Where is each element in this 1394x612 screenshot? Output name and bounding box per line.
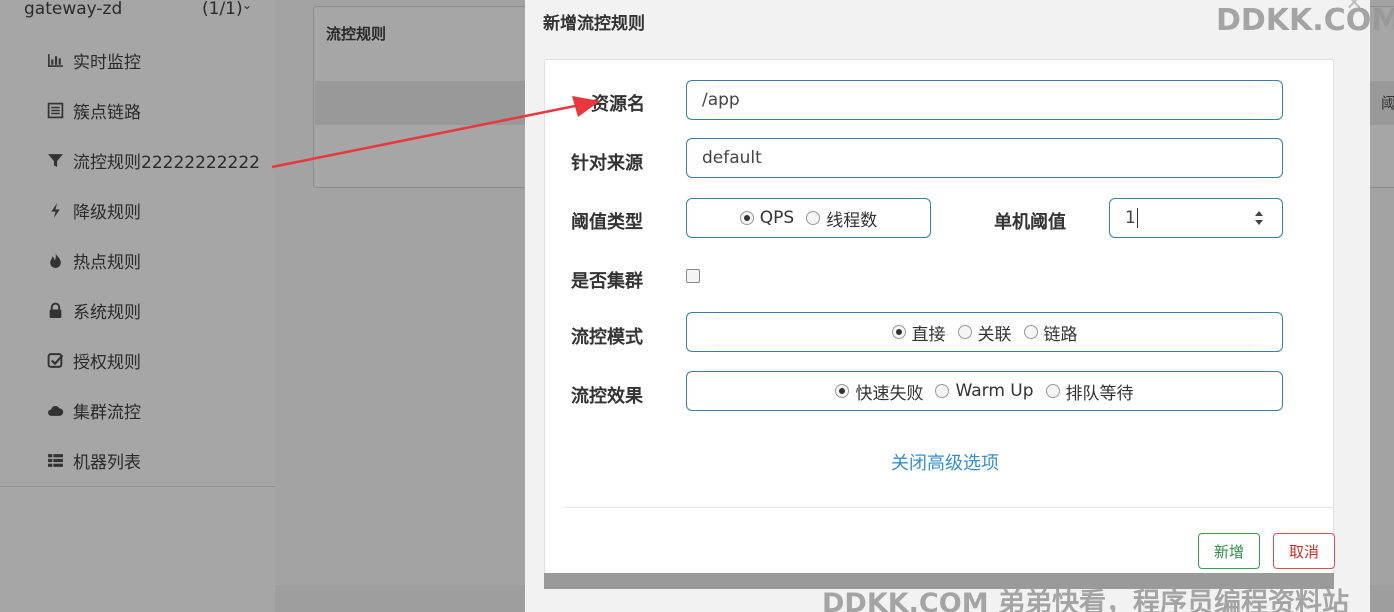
- app-header[interactable]: gateway-zd (1/1) ⌄: [0, 0, 275, 26]
- sidebar-item-label: 热点规则: [73, 252, 141, 273]
- behavior-label: 流控效果: [571, 386, 643, 407]
- limit-app-input[interactable]: default: [686, 138, 1283, 178]
- sidebar-item-hotspot-rules[interactable]: 热点规则: [0, 235, 275, 285]
- lock-icon: [46, 301, 64, 319]
- option-label: 直接: [911, 324, 946, 345]
- radio-selected-icon: [891, 325, 906, 339]
- option-label: QPS: [759, 208, 795, 228]
- option-label: 链路: [1043, 324, 1078, 345]
- option-label: Warm Up: [955, 381, 1034, 401]
- dialog-body: 资源名 /app 针对来源 default 阈值类型 QPS 线程数 单机阈值 …: [544, 59, 1335, 589]
- sidebar-item-flow-rules[interactable]: 流控规则22222222222: [0, 135, 275, 185]
- footer-divider: [563, 507, 1333, 508]
- limit-app-label: 针对来源: [571, 153, 643, 174]
- table-list-icon: [46, 451, 64, 469]
- strategy-option-direct[interactable]: 直接: [891, 320, 946, 345]
- table-header-fragment: 阈: [1381, 94, 1394, 112]
- strategy-option-chain[interactable]: 链路: [1023, 320, 1078, 345]
- radio-unselected-icon: [935, 384, 950, 398]
- behavior-option-warm-up[interactable]: Warm Up: [935, 381, 1034, 401]
- filter-icon: [46, 151, 64, 169]
- bar-chart-icon: [46, 51, 64, 69]
- cluster-label: 是否集群: [571, 271, 643, 292]
- toggle-advanced-link[interactable]: 关闭高级选项: [891, 449, 999, 475]
- option-label: 关联: [977, 324, 1012, 345]
- text-cursor: [1136, 208, 1138, 228]
- behavior-radio-group: 快速失败 Warm Up 排队等待: [686, 371, 1283, 411]
- sidebar-item-label: 集群流控: [73, 402, 141, 423]
- option-label: 线程数: [826, 210, 878, 231]
- sidebar: gateway-zd (1/1) ⌄ 实时监控 簇点链路 流控规则2222222…: [0, 0, 275, 612]
- grade-label: 阈值类型: [571, 212, 643, 233]
- behavior-option-queue[interactable]: 排队等待: [1045, 379, 1134, 404]
- spinner-icon[interactable]: [1254, 209, 1264, 227]
- grade-radio-group: QPS 线程数: [686, 198, 931, 238]
- chevron-down-icon: ⌄: [242, 0, 253, 12]
- sidebar-divider: [0, 486, 275, 487]
- sidebar-item-label: 实时监控: [73, 52, 141, 73]
- check-square-icon: [46, 351, 64, 369]
- threshold-label: 单机阈值: [994, 212, 1066, 233]
- sidebar-item-label: 降级规则: [73, 202, 141, 223]
- strategy-option-relate[interactable]: 关联: [957, 320, 1012, 345]
- behavior-option-fast-fail[interactable]: 快速失败: [835, 379, 923, 404]
- option-label: 排队等待: [1065, 383, 1134, 404]
- fire-icon: [46, 251, 64, 269]
- resource-input[interactable]: /app: [686, 80, 1283, 120]
- sidebar-item-label: 授权规则: [73, 352, 141, 373]
- radio-unselected-icon: [806, 211, 821, 225]
- strategy-label: 流控模式: [571, 327, 643, 348]
- resource-value: /app: [702, 90, 740, 110]
- sidebar-item-system-rules[interactable]: 系统规则: [0, 285, 275, 335]
- radio-selected-icon: [835, 384, 850, 398]
- sidebar-item-degrade-rules[interactable]: 降级规则: [0, 185, 275, 235]
- dialog-title: 新增流控规则: [543, 14, 645, 34]
- threshold-value: 1: [1125, 208, 1136, 228]
- sidebar-item-machine-list[interactable]: 机器列表: [0, 435, 275, 485]
- threshold-input[interactable]: 1: [1109, 198, 1283, 238]
- cloud-icon: [46, 401, 64, 419]
- grade-option-qps[interactable]: QPS: [739, 208, 795, 228]
- app-name: gateway-zd: [24, 0, 123, 19]
- sidebar-menu: 实时监控 簇点链路 流控规则22222222222 降级规则 热点规则 系统规则…: [0, 35, 275, 485]
- add-flow-rule-dialog: 新增流控规则 资源名 /app 针对来源 default 阈值类型 QPS 线程…: [525, 0, 1370, 612]
- add-button[interactable]: 新增: [1198, 533, 1260, 569]
- watermark-bottom: DDKK.COM 弟弟快看，程序员编程资料站: [822, 588, 1349, 612]
- radio-unselected-icon: [957, 325, 972, 339]
- sidebar-item-label: 系统规则: [73, 302, 141, 323]
- radio-unselected-icon: [1045, 384, 1060, 398]
- cancel-button[interactable]: 取消: [1273, 533, 1335, 569]
- strategy-radio-group: 直接 关联 链路: [686, 312, 1283, 352]
- sidebar-item-label: 簇点链路: [73, 102, 141, 123]
- sidebar-item-realtime-monitor[interactable]: 实时监控: [0, 35, 275, 85]
- radio-selected-icon: [739, 211, 754, 225]
- sidebar-item-label: 机器列表: [73, 452, 141, 473]
- sidebar-item-cluster-link[interactable]: 簇点链路: [0, 85, 275, 135]
- cluster-checkbox[interactable]: [686, 269, 700, 283]
- panel-title: 流控规则: [326, 25, 387, 43]
- limit-app-value: default: [702, 148, 762, 168]
- grade-option-threads[interactable]: 线程数: [806, 206, 877, 231]
- flash-icon: [46, 201, 64, 219]
- resource-label: 资源名: [591, 94, 645, 115]
- watermark-top: DDKK.COM: [1216, 3, 1394, 38]
- option-label: 快速失败: [855, 383, 924, 404]
- sidebar-item-auth-rules[interactable]: 授权规则: [0, 335, 275, 385]
- sidebar-item-label: 流控规则22222222222: [73, 152, 260, 173]
- radio-unselected-icon: [1023, 325, 1038, 339]
- sidebar-item-cluster-flow[interactable]: 集群流控: [0, 385, 275, 435]
- list-alt-icon: [46, 101, 64, 119]
- app-count: (1/1): [202, 0, 243, 19]
